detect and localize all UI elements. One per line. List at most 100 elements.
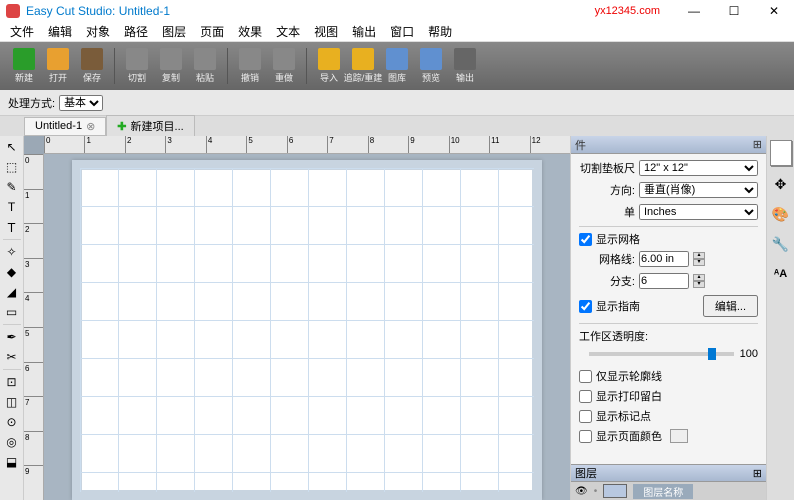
toolbar-label: 重做 bbox=[275, 71, 293, 84]
menu-文本[interactable]: 文本 bbox=[270, 22, 306, 41]
toolbar-新建[interactable]: 新建 bbox=[8, 45, 40, 87]
minimize-button[interactable]: — bbox=[680, 4, 708, 18]
toolbar-导入[interactable]: 导入 bbox=[313, 45, 345, 87]
text-aa-icon[interactable]: ᴬA bbox=[769, 262, 793, 286]
show-bleed-label: 显示打印留白 bbox=[596, 388, 662, 404]
node-tool[interactable]: ⬚ bbox=[2, 158, 22, 176]
subdiv-input[interactable] bbox=[639, 273, 689, 289]
toolbar-打开[interactable]: 打开 bbox=[42, 45, 74, 87]
toolbar-label: 粘贴 bbox=[196, 71, 214, 84]
menu-编辑[interactable]: 编辑 bbox=[42, 22, 78, 41]
crop-tool[interactable]: ◫ bbox=[2, 393, 22, 411]
menu-图层[interactable]: 图层 bbox=[156, 22, 192, 41]
knife-tool[interactable]: ✂ bbox=[2, 348, 22, 366]
opacity-label: 工作区透明度: bbox=[579, 328, 758, 344]
toolbar-icon bbox=[47, 48, 69, 70]
text-tool[interactable]: T bbox=[2, 198, 22, 216]
toolbar-icon bbox=[81, 48, 103, 70]
select-tool[interactable]: ↖ bbox=[2, 138, 22, 156]
subdiv-spinner[interactable]: ▴▾ bbox=[693, 274, 705, 288]
gridline-input[interactable] bbox=[639, 251, 689, 267]
opacity-slider[interactable] bbox=[589, 352, 734, 356]
vertical-ruler: 0123456789 bbox=[24, 154, 44, 500]
menu-页面[interactable]: 页面 bbox=[194, 22, 230, 41]
menu-视图[interactable]: 视图 bbox=[308, 22, 344, 41]
vertical-text-tool[interactable]: Ｔ bbox=[2, 218, 22, 236]
toolbar-输出[interactable]: 输出 bbox=[449, 45, 481, 87]
pencil-tool[interactable]: ✎ bbox=[2, 178, 22, 196]
close-button[interactable]: ✕ bbox=[760, 4, 788, 18]
toolbar-保存[interactable]: 保存 bbox=[76, 45, 108, 87]
mat-size-label: 切割垫板尺 bbox=[579, 160, 635, 176]
show-pagecolor-checkbox[interactable] bbox=[579, 430, 592, 443]
menu-对象[interactable]: 对象 bbox=[80, 22, 116, 41]
toolbar-图库[interactable]: 图库 bbox=[381, 45, 413, 87]
toolbar-icon bbox=[273, 48, 295, 70]
processing-select[interactable]: 基本 bbox=[59, 95, 103, 111]
toolbar-预览[interactable]: 预览 bbox=[415, 45, 447, 87]
eraser-tool[interactable]: ◆ bbox=[2, 263, 22, 281]
toolbar-切割[interactable]: 切割 bbox=[121, 45, 153, 87]
horizontal-ruler: 0123456789101112 bbox=[44, 136, 570, 154]
panel-header: 件 bbox=[575, 137, 586, 153]
show-outline-label: 仅显示轮廓线 bbox=[596, 368, 662, 384]
plus-icon: ✚ bbox=[117, 120, 126, 133]
document-icon[interactable] bbox=[770, 140, 792, 166]
toolbar-label: 输出 bbox=[456, 71, 474, 84]
circle-tool[interactable]: ◎ bbox=[2, 433, 22, 451]
wrench-icon[interactable]: 🔧 bbox=[769, 232, 793, 256]
menu-效果[interactable]: 效果 bbox=[232, 22, 268, 41]
menu-帮助[interactable]: 帮助 bbox=[422, 22, 458, 41]
menu-路径[interactable]: 路径 bbox=[118, 22, 154, 41]
menu-窗口[interactable]: 窗口 bbox=[384, 22, 420, 41]
distort-tool[interactable]: ⊡ bbox=[2, 373, 22, 391]
show-guides-checkbox[interactable] bbox=[579, 300, 592, 313]
toolbar-追踪/重建[interactable]: 追踪/重建 bbox=[347, 45, 379, 87]
show-outline-checkbox[interactable] bbox=[579, 370, 592, 383]
toolbar-icon bbox=[420, 48, 442, 70]
show-marks-label: 显示标记点 bbox=[596, 408, 651, 424]
spiral-tool[interactable]: ⊙ bbox=[2, 413, 22, 431]
layer-visibility-icon[interactable]: 👁 bbox=[575, 486, 588, 497]
pagecolor-swatch[interactable] bbox=[670, 429, 688, 443]
panel-collapse-icon[interactable]: ⊞ bbox=[753, 138, 762, 151]
layers-collapse-icon[interactable]: ⊞ bbox=[753, 467, 762, 480]
show-grid-checkbox[interactable] bbox=[579, 233, 592, 246]
subdiv-label: 分支: bbox=[579, 273, 635, 289]
gridline-label: 网格线: bbox=[579, 251, 635, 267]
document-tab[interactable]: Untitled-1 ⊗ bbox=[24, 117, 106, 136]
orientation-select[interactable]: 垂直(肖像) bbox=[639, 182, 758, 198]
pen-tool[interactable]: ✒ bbox=[2, 328, 22, 346]
move-tool-icon[interactable]: ✥ bbox=[769, 172, 793, 196]
window-title: Easy Cut Studio: Untitled-1 bbox=[26, 4, 595, 18]
toolbar-复制[interactable]: 复制 bbox=[155, 45, 187, 87]
show-bleed-checkbox[interactable] bbox=[579, 390, 592, 403]
close-tab-icon[interactable]: ⊗ bbox=[86, 120, 95, 133]
layer-thumbnail[interactable] bbox=[603, 484, 627, 498]
palette-icon[interactable]: 🎨 bbox=[769, 202, 793, 226]
toolbar-label: 打开 bbox=[49, 71, 67, 84]
toolbar-重做[interactable]: 重做 bbox=[268, 45, 300, 87]
edit-guides-button[interactable]: 编辑... bbox=[703, 295, 758, 317]
unit-label: 单 bbox=[579, 204, 635, 220]
toolbar-icon bbox=[318, 48, 340, 70]
toolbar-icon bbox=[239, 48, 261, 70]
canvas[interactable] bbox=[44, 154, 570, 500]
show-marks-checkbox[interactable] bbox=[579, 410, 592, 423]
toolbar-撤销[interactable]: 撤销 bbox=[234, 45, 266, 87]
new-project-tab[interactable]: ✚ 新建项目... bbox=[106, 115, 194, 137]
cutting-mat[interactable] bbox=[72, 160, 542, 500]
gridline-spinner[interactable]: ▴▾ bbox=[693, 252, 705, 266]
unit-select[interactable]: Inches bbox=[639, 204, 758, 220]
mirror-tool[interactable]: ⬓ bbox=[2, 453, 22, 471]
shape-tool[interactable]: ✧ bbox=[2, 243, 22, 261]
toolbar-粘贴[interactable]: 粘贴 bbox=[189, 45, 221, 87]
mat-size-select[interactable]: 12" x 12" bbox=[639, 160, 758, 176]
watermark: yx12345.com bbox=[595, 5, 660, 17]
menu-输出[interactable]: 输出 bbox=[346, 22, 382, 41]
gradient-tool[interactable]: ◢ bbox=[2, 283, 22, 301]
menu-文件[interactable]: 文件 bbox=[4, 22, 40, 41]
maximize-button[interactable]: ☐ bbox=[720, 4, 748, 18]
fill-tool[interactable]: ▭ bbox=[2, 303, 22, 321]
toolbar-icon bbox=[160, 48, 182, 70]
